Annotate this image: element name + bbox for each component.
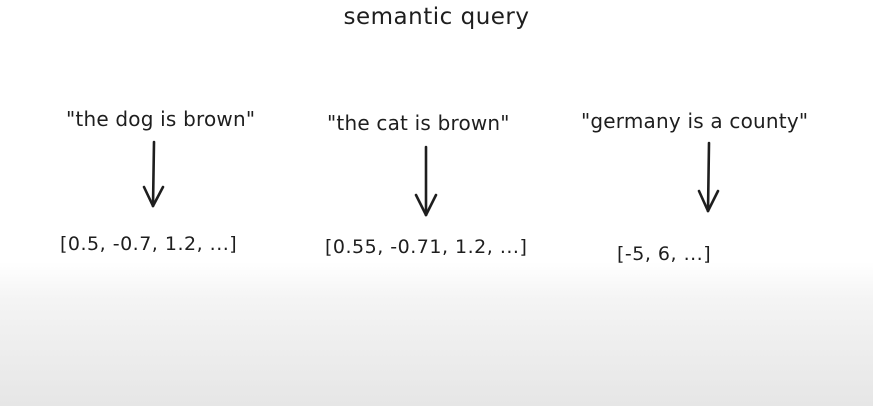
down-arrow-icon: [414, 145, 438, 217]
sentence-dog: "the dog is brown": [66, 107, 256, 131]
sentence-germany: "germany is a county": [581, 109, 809, 133]
down-arrow-icon: [697, 141, 720, 213]
sentence-cat: "the cat is brown": [327, 111, 510, 135]
down-arrow-icon: [142, 140, 165, 208]
vector-dog: [0.5, -0.7, 1.2, ...]: [60, 233, 238, 255]
vector-germany: [-5, 6, ...]: [617, 243, 712, 265]
vector-cat: [0.55, -0.71, 1.2, ...]: [325, 236, 528, 258]
diagram-title: semantic query: [343, 4, 530, 30]
